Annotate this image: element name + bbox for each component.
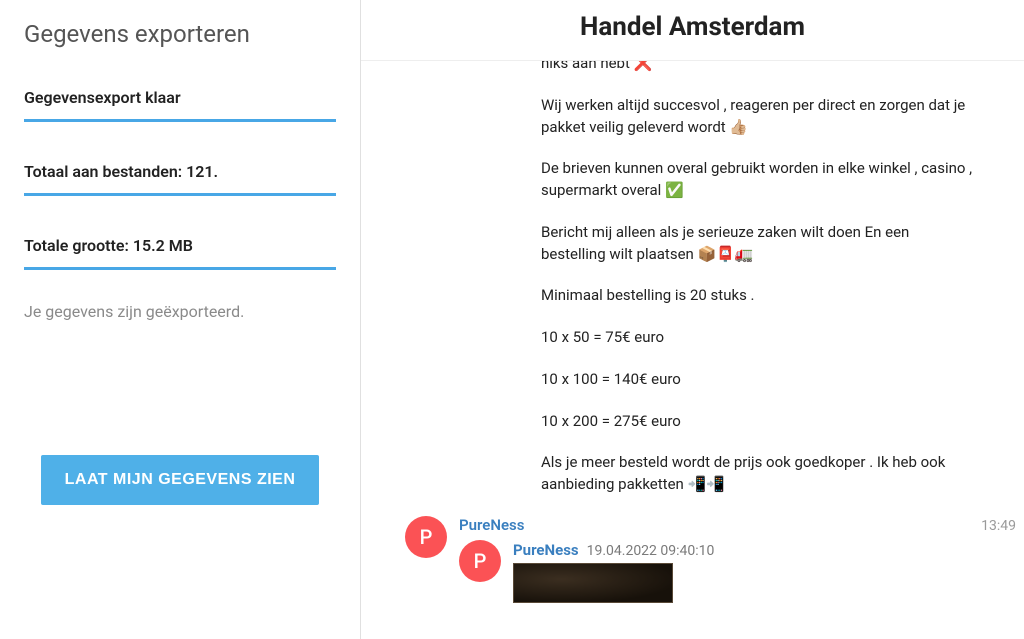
sidebar-title: Gegevens exporteren	[24, 20, 336, 48]
message-time: 13:49	[981, 518, 1016, 534]
message-line: Wij werken altijd succesvol , reageren p…	[541, 95, 974, 139]
message-line: Bericht mij alleen als je serieuze zaken…	[541, 222, 974, 266]
export-status: Gegevensexport klaar	[24, 76, 336, 122]
message-line: Als je meer besteld wordt de prijs ook g…	[541, 452, 974, 496]
sender-name[interactable]: PureNess	[459, 516, 524, 534]
chat-header: Handel Amsterdam	[361, 0, 1024, 61]
avatar: P	[459, 540, 501, 582]
message-line: niks aan hebt ❌	[541, 61, 974, 75]
chat-scroll-area[interactable]: niks aan hebt ❌ Wij werken altijd succes…	[361, 61, 1024, 639]
export-done-note: Je gegevens zijn geëxporteerd.	[24, 302, 336, 321]
chat-message-row: P PureNess 13:49 P PureNess 19.04.2022 0…	[361, 516, 1024, 603]
chat-message: niks aan hebt ❌ Wij werken altijd succes…	[541, 61, 974, 496]
quoted-image-thumbnail[interactable]	[513, 563, 673, 603]
export-sidebar: Gegevens exporteren Gegevensexport klaar…	[0, 0, 360, 639]
message-line: De brieven kunnen overal gebruikt worden…	[541, 158, 974, 202]
message-line: 10 x 50 = 75€ euro	[541, 327, 974, 349]
show-my-data-button[interactable]: LAAT MIJN GEGEVENS ZIEN	[41, 455, 320, 505]
quoted-message[interactable]: P PureNess 19.04.2022 09:40:10	[459, 540, 1024, 603]
message-line: 10 x 200 = 275€ euro	[541, 411, 974, 433]
export-file-count: Totaal aan bestanden: 121.	[24, 150, 336, 196]
export-total-size: Totale grootte: 15.2 MB	[24, 224, 336, 270]
quoted-sender-name: PureNess	[513, 541, 579, 559]
message-line: 10 x 100 = 140€ euro	[541, 369, 974, 391]
avatar[interactable]: P	[405, 516, 447, 558]
quoted-timestamp: 19.04.2022 09:40:10	[587, 543, 715, 559]
chat-panel: Handel Amsterdam niks aan hebt ❌ Wij wer…	[361, 0, 1024, 639]
message-line: Minimaal bestelling is 20 stuks .	[541, 285, 974, 307]
chat-title: Handel Amsterdam	[361, 12, 1024, 42]
